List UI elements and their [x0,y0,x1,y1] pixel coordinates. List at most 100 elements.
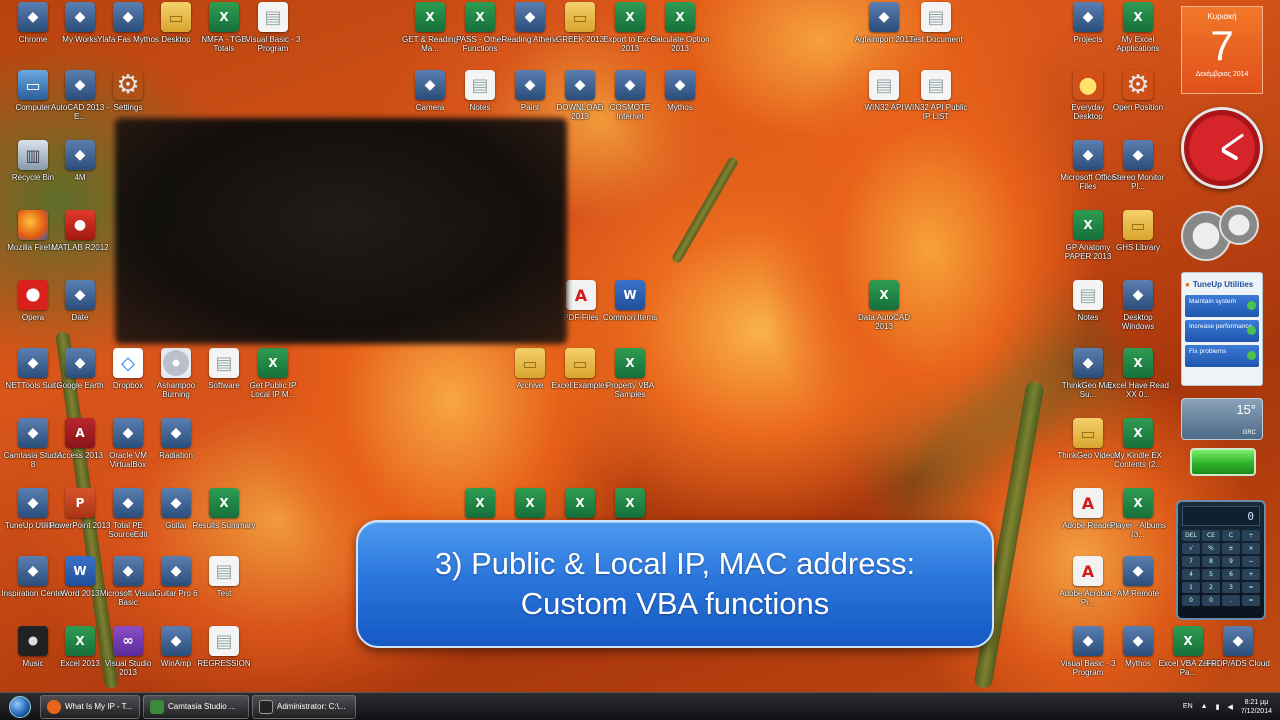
app-icon [113,2,143,32]
calculator-gadget[interactable]: 0 DEL CE C ÷ √% ± × 7 8 9− 4 5 6 + 1 2 3 = 0 0. = [1176,500,1266,620]
calculator-keys[interactable]: DEL CE C ÷ √% ± × 7 8 9− 4 5 6 + 1 2 3 = 0 0. = [1182,530,1260,606]
desktop-icon-label: Desktop Windows [1121,313,1155,331]
calc-key[interactable]: DEL [1182,530,1200,541]
tray-time: 8:21 μμ [1244,698,1269,706]
calc-key[interactable]: 4 [1182,569,1200,580]
folder-icon [1123,210,1153,240]
desktop-icon[interactable]: Test Document [903,2,969,68]
desktop-icon[interactable]: Excel Have Read XX 0... [1105,348,1171,414]
calc-key[interactable]: ± [1222,543,1240,554]
tuneup-fix-button[interactable]: Fix problems [1185,345,1259,367]
taskbar-item-label: What Is My IP - T... [65,702,133,711]
calc-key[interactable]: 7 [1182,556,1200,567]
desktop-icon[interactable]: GHS Library [1105,210,1171,276]
calc-key[interactable]: 8 [1202,556,1220,567]
calc-key[interactable]: % [1202,543,1220,554]
calc-key[interactable]: = [1242,595,1260,606]
calendar-gadget[interactable]: Κυριακή 7 Δεκέμβριος 2014 [1181,6,1263,94]
desktop-icon[interactable]: Stereo Monitor Pl... [1105,140,1171,206]
desktop-icon[interactable]: FRDP/ADS Cloud [1205,626,1271,692]
desktop-icon[interactable]: Mythos [647,70,713,136]
excel-icon [1123,348,1153,378]
app-icon [1073,2,1103,32]
calendar-month: Δεκέμβριος 2014 [1195,71,1249,78]
taskbar-item-browser[interactable]: What Is My IP - T... [40,694,140,719]
excel-icon [258,348,288,378]
calc-key[interactable]: + [1242,569,1260,580]
weather-gadget[interactable]: 15° GRC [1181,398,1263,440]
network-icon[interactable]: ▮ [1216,703,1220,711]
desktop-icon[interactable]: Get Public IP Local IP M... [240,348,306,414]
doc-icon [209,348,239,378]
desktop-icon[interactable]: Radiation [143,418,209,484]
desktop-icon[interactable]: Open Position [1105,70,1171,136]
app-icon [65,70,95,100]
app-icon [1073,626,1103,656]
start-button[interactable] [0,693,40,720]
calc-key[interactable]: √ [1182,543,1200,554]
desktop-icon[interactable]: Desktop Windows [1105,280,1171,346]
calc-key[interactable]: = [1242,582,1260,593]
app-icon [869,2,899,32]
calc-key[interactable]: × [1242,543,1260,554]
calc-key[interactable]: 5 [1202,569,1220,580]
app-icon [615,70,645,100]
calc-key[interactable]: 1 [1182,582,1200,593]
desktop-icon[interactable]: My Excel Applications [1105,2,1171,68]
calc-key[interactable]: − [1242,556,1260,567]
desktop-icon[interactable]: WIN32 API Public IP LIST [903,70,969,136]
folder-icon [161,2,191,32]
desktop-icon[interactable]: MATLAB R2012 [47,210,113,276]
calc-key[interactable]: CE [1202,530,1220,541]
calc-key[interactable]: . [1222,595,1240,606]
doc-icon [921,2,951,32]
calc-key[interactable]: 2 [1202,582,1220,593]
cpu-meter-gadget[interactable] [1181,205,1263,261]
clock-gadget[interactable] [1181,107,1263,189]
desktop[interactable]: ChromeMy WorksYlafa Fas MythosDesktopNMF… [0,0,1280,692]
taskbar-item-camtasia[interactable]: Camtasia Studio ... [143,694,249,719]
app-icon [18,2,48,32]
tuneup-maintain-button[interactable]: Maintain system [1185,295,1259,317]
drop-icon [113,348,143,378]
excel-icon [465,2,495,32]
language-indicator[interactable]: EN [1183,703,1193,710]
desktop-icon[interactable]: AM Remote [1105,556,1171,622]
doc-icon [209,556,239,586]
desktop-icon[interactable]: Player - Albums (3... [1105,488,1171,554]
taskbar-item-cmd[interactable]: Administrator: C:\... [252,694,356,719]
tray-arrow-icon[interactable]: ▲ [1201,703,1208,710]
console-icon [259,699,273,714]
desktop-icon-label: GHS Library [1115,243,1160,252]
desktop-icon[interactable]: Calculate Option 2013 [647,2,713,68]
calc-key[interactable]: 9 [1222,556,1240,567]
app-icon [161,488,191,518]
desktop-icon-label: Excel Have Read XX 0... [1107,381,1169,399]
desktop-icon[interactable]: Property VBA Samples [597,348,663,414]
tray-clock[interactable]: 8:21 μμ 7/12/2014 [1241,698,1272,716]
tuneup-performance-button[interactable]: Increase performance [1185,320,1259,342]
music-icon [18,626,48,656]
tray-date: 7/12/2014 [1240,707,1272,715]
desktop-icon[interactable]: Common Items [597,280,663,346]
calc-key[interactable]: 3 [1222,582,1240,593]
desktop-icon[interactable]: REGRESSION [191,626,257,692]
desktop-icon[interactable]: 4M [47,140,113,206]
doc-icon [921,70,951,100]
calc-key[interactable]: C [1222,530,1240,541]
desktop-icon[interactable]: Date [47,280,113,346]
calc-key[interactable]: ÷ [1242,530,1260,541]
tuneup-gadget: ● TuneUp Utilities Maintain system Incre… [1181,272,1263,386]
desktop-icon[interactable]: Test [191,556,257,622]
app-icon [515,70,545,100]
volume-icon[interactable]: ◀ [1227,703,1232,711]
excel-icon [665,2,695,32]
desktop-icon-label: REGRESSION [197,659,251,668]
desktop-icon[interactable]: Data AutoCAD 2013 [851,280,917,346]
desktop-icon[interactable]: Results Summary [191,488,257,554]
desktop-icon[interactable]: My Kindle EX Contents (2... [1105,418,1171,484]
desktop-icon[interactable]: Visual Basic - 3 Program [240,2,306,68]
calc-key[interactable]: 0 [1182,595,1200,606]
calc-key[interactable]: 0 [1202,595,1220,606]
calc-key[interactable]: 6 [1222,569,1240,580]
